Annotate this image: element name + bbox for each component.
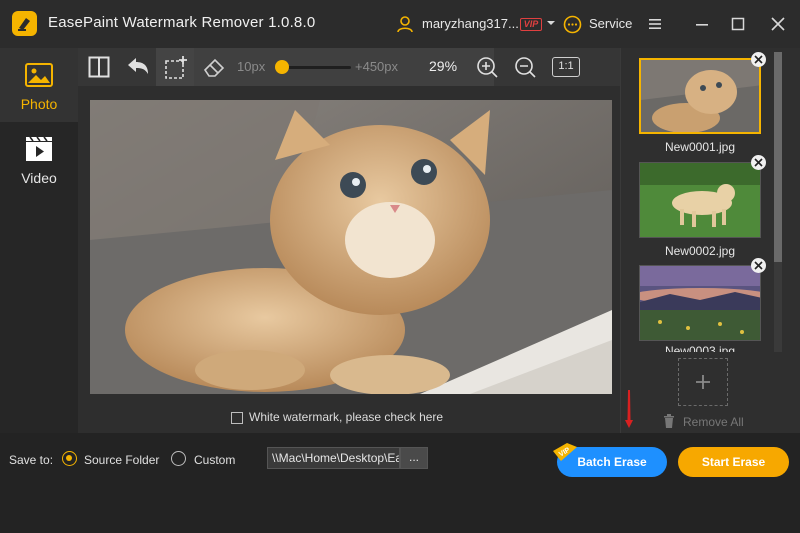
remove-file-3-button[interactable] [751, 258, 766, 273]
browse-button[interactable]: ... [400, 447, 428, 469]
vip-ribbon-icon: VIP [553, 443, 577, 461]
save-path-field[interactable]: \\Mac\Home\Desktop\Ea [267, 447, 400, 469]
file-name: New0001.jpg [664, 140, 736, 154]
eraser-tool-button[interactable] [194, 48, 232, 86]
add-file-button[interactable] [678, 358, 728, 406]
file-list-panel: New0001.jpg New0002.jpg New0003.jpg Remo… [620, 48, 800, 433]
brush-min-label: 10px [237, 59, 266, 74]
compare-view-button[interactable] [80, 48, 118, 86]
canvas-area: White watermark, please check here [78, 86, 620, 433]
zoom-level: 29% [429, 58, 458, 74]
main-photo[interactable] [90, 100, 612, 394]
title-bar: EasePaint Watermark Remover 1.0.8.0 mary… [0, 0, 800, 48]
start-erase-button[interactable]: Start Erase [678, 447, 789, 477]
close-icon [754, 261, 763, 270]
undo-button[interactable] [118, 48, 156, 86]
marquee-add-icon [165, 56, 187, 79]
save-to-label: Save to: [9, 453, 54, 467]
source-folder-radio[interactable] [62, 451, 77, 466]
file-name: New0003.jpg [664, 344, 736, 352]
nav-item-photo[interactable]: Photo [0, 48, 78, 122]
source-folder-label[interactable]: Source Folder [84, 453, 159, 467]
zoom-out-button[interactable] [506, 48, 544, 86]
custom-radio[interactable] [171, 451, 186, 466]
white-watermark-label[interactable]: White watermark, please check here [249, 410, 443, 424]
remove-all-label: Remove All [683, 415, 744, 429]
brush-size-slider[interactable] [283, 66, 351, 69]
zoom-out-icon [515, 57, 536, 78]
app-logo [12, 11, 37, 36]
plus-icon [696, 375, 710, 389]
brush-max-label: +450px [355, 59, 399, 74]
split-view-icon [88, 56, 110, 78]
close-icon[interactable] [768, 14, 788, 34]
selection-tool-button[interactable] [156, 48, 194, 86]
user-name[interactable]: maryzhang317... [422, 16, 519, 31]
maximize-icon[interactable] [728, 14, 748, 34]
menu-icon[interactable] [645, 14, 665, 34]
trash-icon [664, 414, 674, 428]
left-nav: Photo Video [0, 48, 78, 433]
nav-label-photo: Photo [20, 96, 58, 112]
nav-label-video: Video [21, 170, 57, 186]
video-icon [26, 136, 52, 161]
eraser-icon [203, 58, 225, 77]
bottom-bar: Save to: Source Folder Custom \\Mac\Home… [0, 433, 800, 533]
service-icon[interactable] [563, 15, 582, 34]
zoom-in-icon [477, 57, 498, 78]
kitten-thumbnail-image [641, 60, 759, 132]
vip-badge: VIP [520, 18, 542, 31]
file-thumbnail[interactable] [639, 265, 761, 341]
file-name: New0002.jpg [664, 244, 736, 258]
dog-thumbnail-image [640, 163, 760, 237]
actual-size-button[interactable]: 1:1 [552, 57, 580, 77]
undo-icon [128, 58, 148, 74]
chevron-down-icon[interactable] [546, 18, 556, 28]
minimize-icon[interactable] [692, 14, 712, 34]
service-link[interactable]: Service [589, 16, 632, 31]
toolbar: 10px +450px 29% 1:1 [78, 48, 620, 86]
close-icon [754, 158, 763, 167]
nav-item-video[interactable]: Video [0, 122, 78, 196]
app-title: EasePaint Watermark Remover 1.0.8.0 [48, 14, 316, 31]
white-watermark-checkbox[interactable] [231, 412, 243, 424]
custom-label[interactable]: Custom [194, 453, 235, 467]
file-thumbnail[interactable] [639, 162, 761, 238]
file-list-scrollbar[interactable] [774, 52, 782, 352]
red-arrow-icon [625, 390, 633, 428]
zoom-in-button[interactable] [468, 48, 506, 86]
remove-file-2-button[interactable] [751, 155, 766, 170]
photo-icon [25, 63, 53, 87]
brush-size-slider-thumb[interactable] [275, 60, 289, 74]
user-icon[interactable] [396, 15, 414, 33]
landscape-thumbnail-image [640, 266, 760, 340]
close-icon [754, 55, 763, 64]
file-thumbnail[interactable] [639, 58, 761, 134]
scrollbar-thumb[interactable] [774, 52, 782, 262]
remove-file-1-button[interactable] [751, 52, 766, 67]
kitten-photo-image [90, 100, 612, 394]
